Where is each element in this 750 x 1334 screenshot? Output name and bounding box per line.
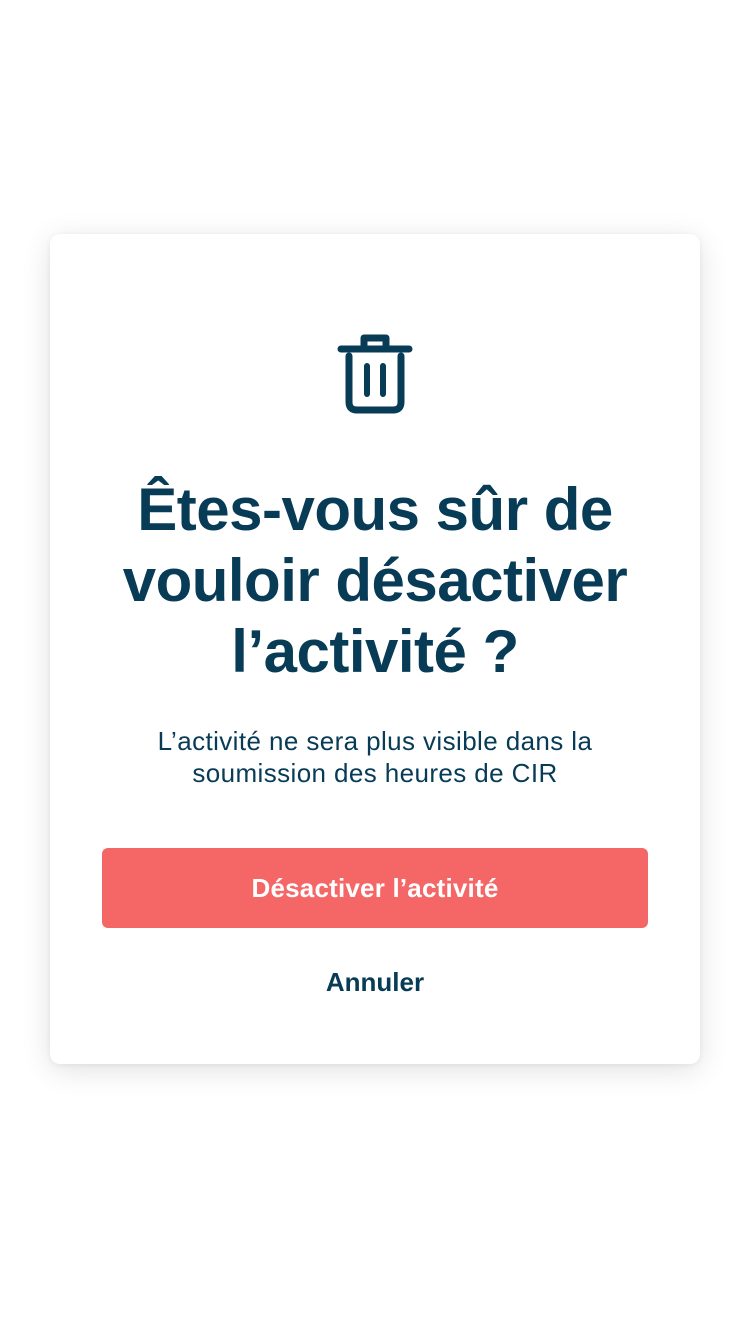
trash-icon	[337, 334, 413, 414]
cancel-button[interactable]: Annuler	[250, 958, 500, 1006]
dialog-title: Êtes-vous sûr de vouloir désactiver l’ac…	[122, 476, 628, 685]
dialog-message: L’activité ne sera plus visible dans la …	[157, 726, 593, 788]
dialog-icon-wrapper	[50, 332, 700, 416]
deactivate-activity-button[interactable]: Désactiver l’activité	[102, 848, 648, 928]
deactivate-activity-dialog: Êtes-vous sûr de vouloir désactiver l’ac…	[50, 234, 700, 1064]
